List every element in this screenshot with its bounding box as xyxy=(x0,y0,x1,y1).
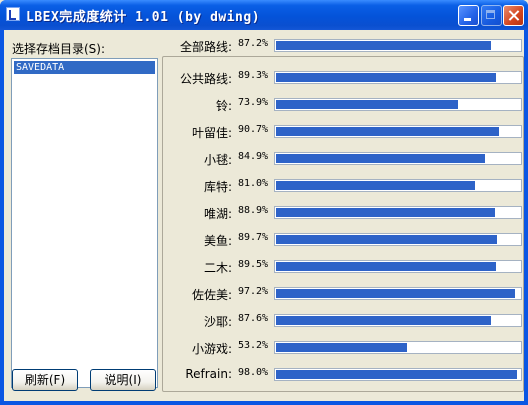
stat-percent: 87.2% xyxy=(237,38,269,49)
progress-bar xyxy=(274,314,522,327)
stats-panel: 全部路线: 87.2% 公共路线: 89.3% 铃: 73.9% 叶留佳: 90.7% 小毬: 8… xyxy=(162,30,524,392)
stat-percent: 73.9% xyxy=(237,97,269,108)
stat-row: 唯湖: 88.9% xyxy=(162,203,524,221)
stat-row: 佐佐美: 97.2% xyxy=(162,284,524,302)
refresh-button[interactable]: 刷新(F) xyxy=(12,369,78,391)
stat-label: 铃: xyxy=(215,99,232,113)
progress-bar-fill xyxy=(276,181,475,190)
progress-bar-fill xyxy=(276,370,517,379)
stat-label: 小游戏: xyxy=(191,342,232,356)
stat-label: Refrain: xyxy=(185,367,232,381)
progress-bar xyxy=(274,39,522,52)
progress-bar xyxy=(274,98,522,111)
stat-row: 沙耶: 87.6% xyxy=(162,311,524,329)
progress-bar-fill xyxy=(276,262,496,271)
stat-label: 佐佐美: xyxy=(191,288,232,302)
stat-row: 小游戏: 53.2% xyxy=(162,338,524,356)
progress-bar xyxy=(274,179,522,192)
progress-bar-fill xyxy=(276,343,407,352)
progress-bar-fill xyxy=(276,208,495,217)
progress-bar xyxy=(274,233,522,246)
stat-label: 公共路线: xyxy=(179,72,232,86)
stat-label: 全部路线: xyxy=(179,40,232,54)
progress-bar xyxy=(274,206,522,219)
main-window: LBEX完成度统计 1.01 (by dwing) 选择存档目录(S): SAV… xyxy=(0,0,528,405)
help-button[interactable]: 说明(I) xyxy=(90,369,156,391)
progress-bar-fill xyxy=(276,100,458,109)
window-client-area: 选择存档目录(S): SAVEDATA 刷新(F) 说明(I) 全部路线: 87.… xyxy=(4,30,524,401)
save-dir-label: 选择存档目录(S): xyxy=(12,42,106,56)
stat-label: 叶留佳: xyxy=(191,126,232,140)
stat-percent: 89.5% xyxy=(237,259,269,270)
progress-bar-fill xyxy=(276,316,491,325)
progress-bar xyxy=(274,287,522,300)
progress-bar-fill xyxy=(276,154,485,163)
stat-row: 美鱼: 89.7% xyxy=(162,230,524,248)
stat-row: 小毬: 84.9% xyxy=(162,149,524,167)
progress-bar-fill xyxy=(276,127,499,136)
app-icon xyxy=(6,7,20,21)
stat-percent: 88.9% xyxy=(237,205,269,216)
stat-row: Refrain: 98.0% xyxy=(162,365,524,383)
progress-bar xyxy=(274,71,522,84)
save-dir-listbox[interactable]: SAVEDATA xyxy=(11,58,158,388)
stat-percent: 87.6% xyxy=(237,313,269,324)
stat-row: 二木: 89.5% xyxy=(162,257,524,275)
stat-percent: 89.7% xyxy=(237,232,269,243)
progress-bar xyxy=(274,152,522,165)
progress-bar xyxy=(274,368,522,381)
window-title: LBEX完成度统计 1.01 (by dwing) xyxy=(26,10,261,25)
stat-row: 叶留佳: 90.7% xyxy=(162,122,524,140)
stat-percent: 84.9% xyxy=(237,151,269,162)
progress-bar-fill xyxy=(276,73,496,82)
maximize-button xyxy=(481,5,502,26)
stat-label: 唯湖: xyxy=(203,207,232,221)
progress-bar xyxy=(274,260,522,273)
list-item[interactable]: SAVEDATA xyxy=(14,61,155,74)
stat-row: 库特: 81.0% xyxy=(162,176,524,194)
title-bar[interactable]: LBEX完成度统计 1.01 (by dwing) xyxy=(0,0,528,30)
stat-label: 沙耶: xyxy=(203,315,232,329)
progress-bar-fill xyxy=(276,41,491,50)
minimize-button[interactable] xyxy=(458,5,479,26)
close-button[interactable] xyxy=(503,5,524,26)
stat-label: 美鱼: xyxy=(203,234,232,248)
progress-bar xyxy=(274,341,522,354)
progress-bar xyxy=(274,125,522,138)
stat-percent: 53.2% xyxy=(237,340,269,351)
stat-label: 小毬: xyxy=(203,153,232,167)
stat-percent: 90.7% xyxy=(237,124,269,135)
progress-bar-fill xyxy=(276,289,515,298)
stat-percent: 98.0% xyxy=(237,367,269,378)
stat-percent: 89.3% xyxy=(237,70,269,81)
stat-row: 公共路线: 89.3% xyxy=(162,68,524,86)
stat-percent: 81.0% xyxy=(237,178,269,189)
stat-row: 铃: 73.9% xyxy=(162,95,524,113)
stat-label: 二木: xyxy=(203,261,232,275)
stat-row: 全部路线: 87.2% xyxy=(162,36,524,54)
stat-percent: 97.2% xyxy=(237,286,269,297)
progress-bar-fill xyxy=(276,235,497,244)
stat-label: 库特: xyxy=(203,180,232,194)
